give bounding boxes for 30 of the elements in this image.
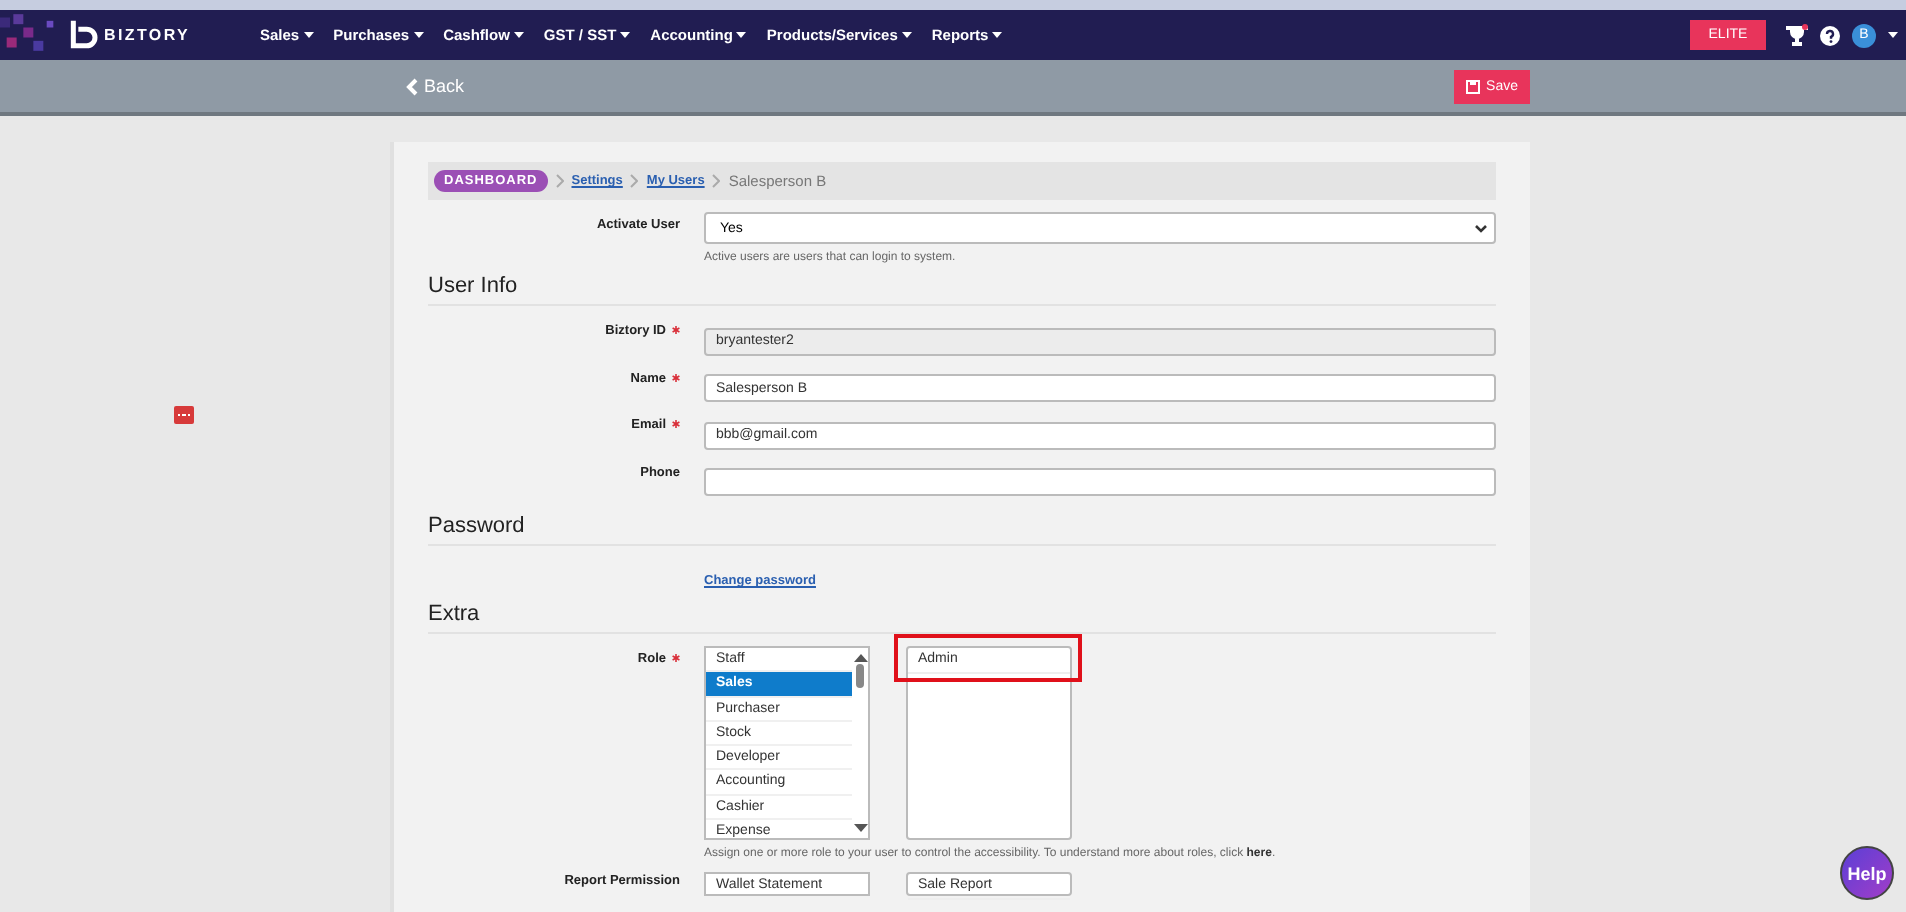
trophy-icon[interactable] <box>1786 24 1808 46</box>
caret-icon <box>901 31 912 39</box>
help-icon[interactable] <box>1820 25 1840 45</box>
caret-icon <box>992 31 1003 39</box>
help-button[interactable]: Help <box>1840 846 1894 900</box>
required-icon <box>672 654 680 662</box>
caret-icon <box>620 31 631 39</box>
scrollbar-thumb[interactable] <box>856 664 864 688</box>
scroll-down-icon[interactable] <box>853 824 867 834</box>
caret-icon <box>513 31 524 39</box>
scroll-up-icon[interactable] <box>853 652 867 662</box>
caret-icon[interactable] <box>1888 31 1898 39</box>
floppy-icon <box>1466 79 1481 93</box>
chevron-right-icon <box>555 174 564 188</box>
chevron-right-icon <box>630 174 639 188</box>
chevron-down-icon <box>1474 223 1488 233</box>
required-icon <box>672 420 680 428</box>
chevron-left-icon <box>406 77 418 95</box>
required-icon <box>672 326 680 334</box>
caret-icon <box>303 31 314 39</box>
logo-text[interactable]: BIZTORY <box>104 26 191 44</box>
section-heading: Extra <box>428 594 1496 634</box>
caret-icon <box>736 31 747 39</box>
required-icon <box>672 373 680 381</box>
input-field[interactable] <box>704 468 1496 496</box>
section-heading: Password <box>428 506 1496 546</box>
chat-icon[interactable] <box>174 406 194 424</box>
section-heading: User Info <box>428 266 1496 306</box>
chevron-right-icon <box>712 174 721 188</box>
caret-icon <box>413 31 424 39</box>
